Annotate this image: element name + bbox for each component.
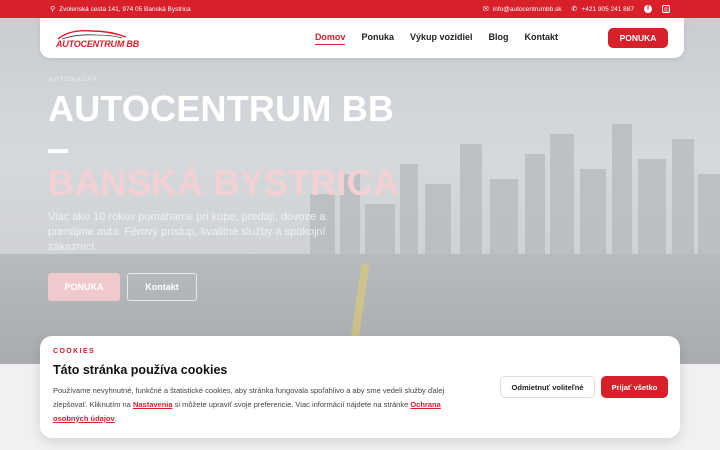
cookie-text-part3: . <box>114 413 117 423</box>
hero-title-line2: BANSKÁ BYSTRICA <box>48 162 400 203</box>
phone-text: +421 905 241 887 <box>581 5 634 13</box>
hero-title-line1: AUTOCENTRUM BB <box>48 88 395 129</box>
main-header: AUTOCENTRUM BB Domov Ponuka Výkup vozidi… <box>40 18 684 58</box>
cookie-kicker: COOKIES <box>53 348 96 355</box>
cookie-title: Táto stránka používa cookies <box>53 363 228 377</box>
instagram-icon[interactable]: ◎ <box>662 5 670 13</box>
cookie-settings-link[interactable]: Nastavenia <box>133 400 173 409</box>
logo-text: AUTOCENTRUM BB <box>56 39 140 49</box>
mail-icon: ✉ <box>482 6 489 13</box>
cookie-banner: COOKIES Táto stránka používa cookies Pou… <box>40 336 680 438</box>
hero-kontakt-button[interactable]: Kontakt <box>127 273 197 301</box>
nav-item-ponuka[interactable]: Ponuka <box>361 32 394 45</box>
cookie-text-part2: si môžete upraviť svoje preferencie. Via… <box>172 399 411 409</box>
hero-eyebrow: AUTOBAZÁR <box>48 76 99 83</box>
header-ponuka-button[interactable]: PONUKA <box>608 28 668 48</box>
hero-description: Viac ako 10 rokov pomáhame pri kúpe, pre… <box>48 211 326 253</box>
top-bar: ⚲ Zvolenská cesta 141, 974 05 Banská Bys… <box>0 0 720 18</box>
reject-optional-button[interactable]: Odmietnuť voliteľné <box>500 376 595 398</box>
accept-all-button[interactable]: Prijať všetko <box>601 376 668 398</box>
email-link[interactable]: ✉ info@autocentrumbb.sk <box>482 5 562 14</box>
address-text: Zvolenská cesta 141, 974 05 Banská Bystr… <box>59 5 191 13</box>
cookie-text: Používame nevyhnutné, funkčné a štatisti… <box>53 384 473 426</box>
nav-item-blog[interactable]: Blog <box>489 32 509 45</box>
phone-link[interactable]: ✆ +421 905 241 887 <box>571 5 634 14</box>
location-pin-icon: ⚲ <box>50 6 56 13</box>
main-menu: Domov Ponuka Výkup vozidiel Blog Kontakt <box>314 32 559 45</box>
nav-item-domov[interactable]: Domov <box>314 32 346 45</box>
nav-item-kontakt[interactable]: Kontakt <box>525 32 559 45</box>
nav-item-vykup-vozidiel[interactable]: Výkup vozidiel <box>410 32 473 45</box>
site-logo[interactable]: AUTOCENTRUM BB <box>56 25 139 51</box>
phone-icon: ✆ <box>571 6 578 13</box>
hero-ponuka-button[interactable]: PONUKA <box>48 273 120 301</box>
facebook-icon[interactable]: f <box>644 5 652 13</box>
email-text: info@autocentrumbb.sk <box>492 5 562 13</box>
hero-title-dash <box>48 149 68 153</box>
